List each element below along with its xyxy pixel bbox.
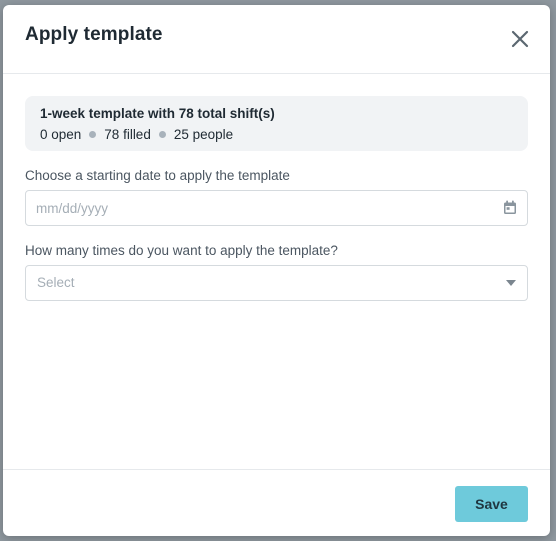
- start-date-input[interactable]: [36, 191, 486, 225]
- close-button[interactable]: [508, 27, 532, 51]
- filled-count: 78 filled: [104, 127, 151, 142]
- people-count: 25 people: [173, 127, 234, 142]
- template-summary: 1-week template with 78 total shift(s) 0…: [25, 96, 528, 151]
- separator-dot: [158, 131, 166, 138]
- dialog-title: Apply template: [25, 24, 163, 45]
- open-count: 0 open: [40, 127, 82, 142]
- start-date-field[interactable]: [25, 190, 528, 226]
- calendar-icon[interactable]: [503, 200, 517, 215]
- separator-dot: [89, 131, 97, 138]
- dialog-footer: Save: [3, 469, 550, 536]
- chevron-down-icon: [506, 280, 516, 286]
- close-icon: [511, 30, 529, 48]
- template-summary-title: 1-week template with 78 total shift(s): [40, 106, 275, 121]
- apply-template-dialog: Apply template 1-week template with 78 t…: [3, 5, 550, 536]
- repeat-count-placeholder: Select: [37, 275, 75, 290]
- dialog-header: Apply template: [3, 5, 550, 74]
- save-button[interactable]: Save: [455, 486, 528, 522]
- repeat-count-select[interactable]: Select: [25, 265, 528, 301]
- repeat-count-label: How many times do you want to apply the …: [25, 243, 338, 258]
- start-date-label: Choose a starting date to apply the temp…: [25, 168, 290, 183]
- template-summary-stats: 0 open 78 filled 25 people: [40, 127, 233, 142]
